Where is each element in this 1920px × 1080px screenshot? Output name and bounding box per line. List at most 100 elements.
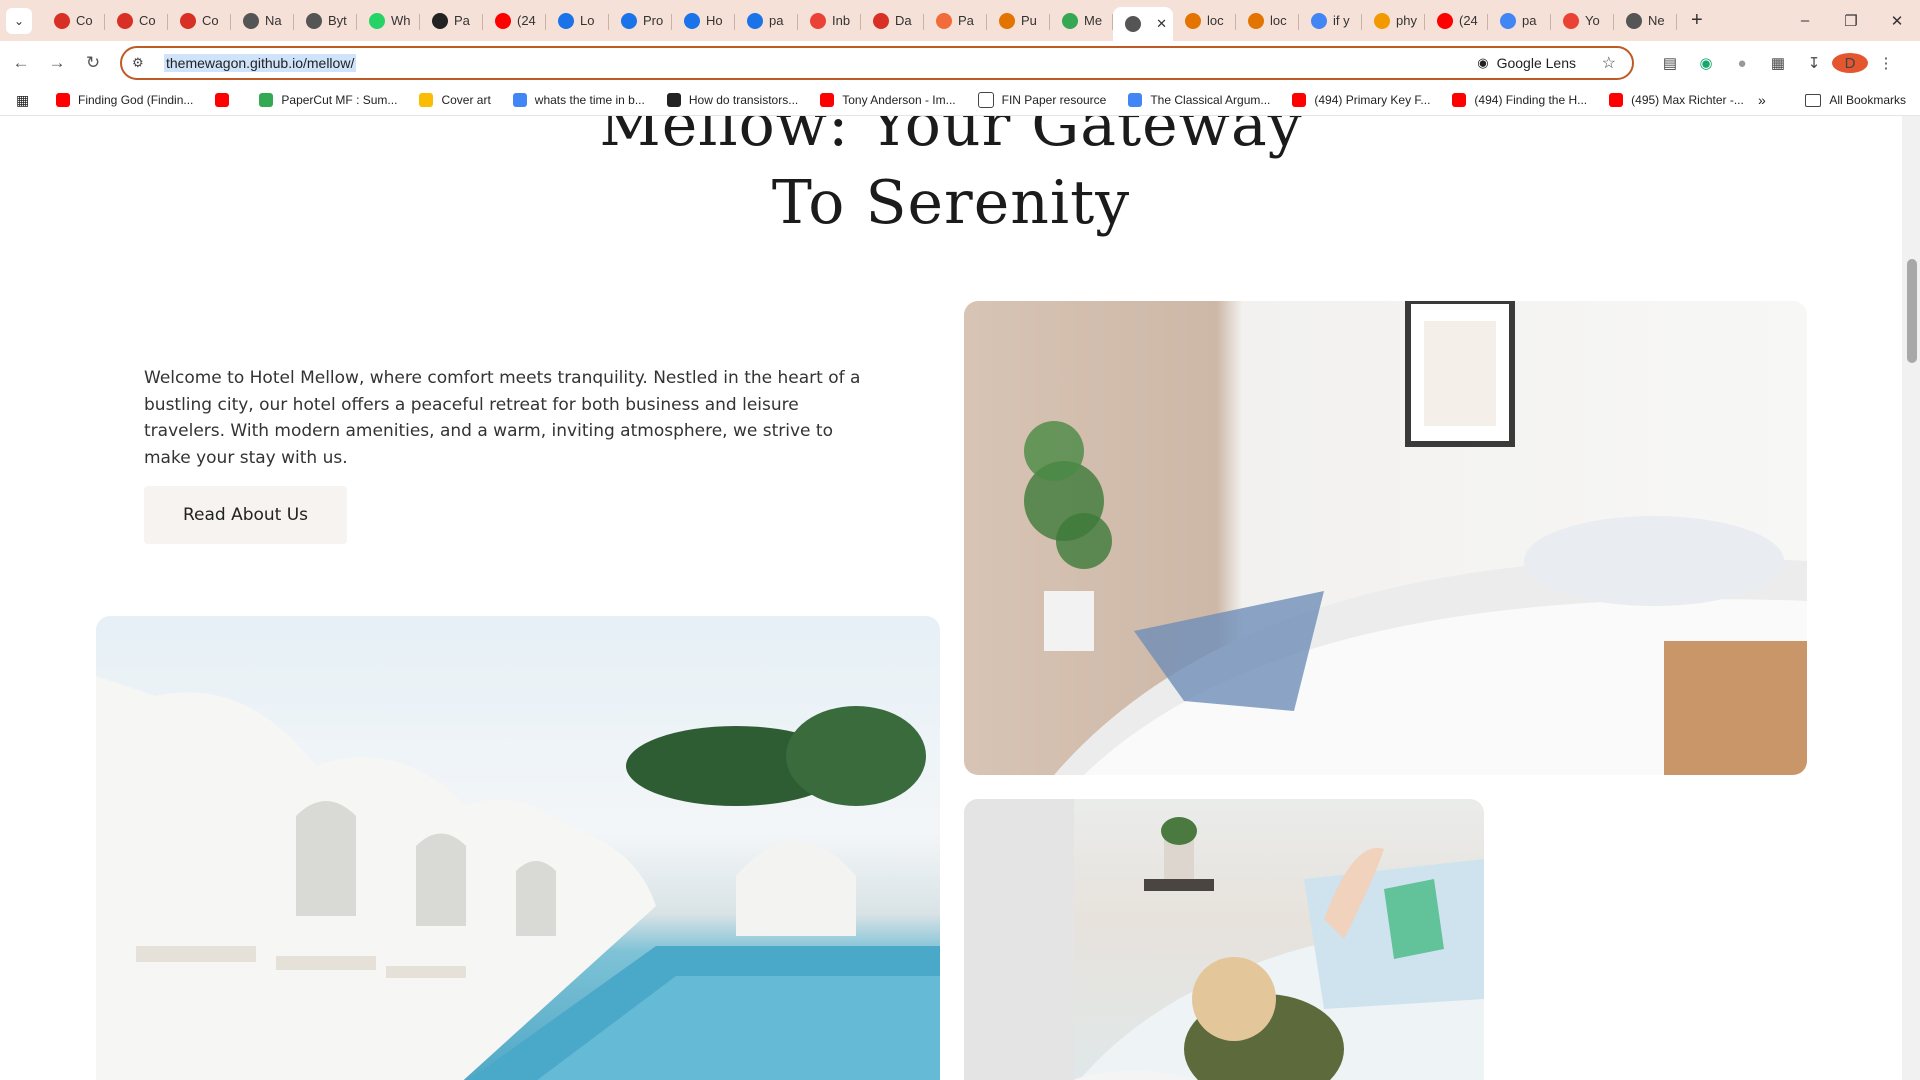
bookmark-favicon-icon <box>56 93 70 107</box>
download-icon[interactable]: ↧ <box>1796 54 1832 72</box>
tab[interactable]: (24 <box>1425 6 1488 36</box>
docs-icon <box>621 12 637 29</box>
tab[interactable]: if y <box>1299 6 1362 36</box>
bookmark-favicon-icon <box>820 93 835 107</box>
extension-k-icon[interactable]: ● <box>1724 55 1760 72</box>
new-tab-button[interactable]: + <box>1691 9 1703 32</box>
tab[interactable]: Pro <box>609 6 672 36</box>
address-bar[interactable]: ⚙ themewagon.github.io/mellow/ ◉ Google L… <box>120 46 1634 80</box>
tab[interactable]: phy <box>1362 6 1425 36</box>
tab[interactable]: Ne <box>1614 6 1677 36</box>
bookmark-star-icon[interactable]: ☆ <box>1602 53 1616 73</box>
bookmark-label: How do transistors... <box>688 93 799 107</box>
tab[interactable]: Me <box>1050 6 1113 36</box>
bookmark-label: (495) Max Richter -... <box>1631 93 1744 107</box>
bookmark-item[interactable]: (494) Primary Key F... <box>1292 93 1430 107</box>
gmail-icon <box>810 12 826 29</box>
reload-button[interactable]: ↻ <box>78 53 108 73</box>
tab[interactable]: Co <box>168 6 231 36</box>
tab-label: Wh <box>391 13 411 28</box>
browser-toolbar: ← → ↻ ⚙ themewagon.github.io/mellow/ ◉ Go… <box>0 41 1920 85</box>
tab[interactable]: Da <box>861 6 924 36</box>
sheet-icon <box>1374 12 1390 29</box>
browser-menu-icon[interactable]: ⋮ <box>1868 54 1904 72</box>
pool-image <box>96 616 940 1080</box>
bedroom-image <box>964 301 1807 775</box>
bookmark-item[interactable]: The Classical Argum... <box>1128 93 1270 107</box>
globe-icon <box>1125 15 1141 32</box>
tab-list: Co Co Co Na Byt Wh Pa (24 Lo Pro Ho pa Inb Da Pa Pu Me ✕ l… <box>42 0 1677 41</box>
tab[interactable]: pa <box>735 6 798 36</box>
profile-button[interactable]: D <box>1832 53 1868 73</box>
grammarly-icon[interactable]: ◉ <box>1688 54 1724 72</box>
tab-active[interactable]: ✕ <box>1113 6 1173 41</box>
tab-label: if y <box>1333 13 1350 28</box>
tab[interactable]: Byt <box>294 6 357 36</box>
bookmark-item[interactable]: FIN Paper resource <box>977 92 1106 108</box>
bedroom-illustration <box>1024 301 1807 775</box>
google-lens-button[interactable]: ◉ Google Lens <box>1477 55 1576 71</box>
bookmark-item[interactable]: How do transistors... <box>666 93 799 107</box>
back-button[interactable]: ← <box>6 53 36 73</box>
url-text[interactable]: themewagon.github.io/mellow/ <box>164 54 357 72</box>
more-bookmarks-icon[interactable]: » <box>1758 92 1766 108</box>
tab[interactable]: loc <box>1173 6 1236 36</box>
tab-label: Pu <box>1021 13 1037 28</box>
extensions-puzzle-icon[interactable]: ▦ <box>1760 54 1796 72</box>
bookmark-item[interactable]: (494) Finding the H... <box>1452 93 1587 107</box>
page-title: Mellow: Your Gateway To Serenity <box>0 116 1902 242</box>
tab[interactable]: pa <box>1488 6 1551 36</box>
close-tab-icon[interactable]: ✕ <box>1156 16 1167 32</box>
chart-icon <box>1185 12 1201 29</box>
scrollbar-thumb[interactable] <box>1907 259 1917 363</box>
tab[interactable]: Co <box>42 6 105 36</box>
tab[interactable]: Inb <box>798 6 861 36</box>
tab[interactable]: Yo <box>1551 6 1614 36</box>
whatsapp-icon <box>369 12 385 29</box>
bookmark-favicon-icon <box>419 93 434 107</box>
bookmark-item[interactable]: (495) Max Richter -... <box>1609 93 1744 107</box>
tab-label: Co <box>76 13 93 28</box>
tab[interactable]: Ho <box>672 6 735 36</box>
intro-paragraph: Welcome to Hotel Mellow, where comfort m… <box>144 368 861 468</box>
tab[interactable]: Lo <box>546 6 609 36</box>
tab[interactable]: loc <box>1236 6 1299 36</box>
tab[interactable]: (24 <box>483 6 546 36</box>
all-bookmarks-button[interactable]: All Bookmarks <box>1805 93 1906 107</box>
page-scrollbar[interactable] <box>1902 116 1920 1080</box>
tab[interactable]: Pa <box>924 6 987 36</box>
loading-ring-icon <box>180 12 196 29</box>
folder-icon <box>1805 93 1822 107</box>
bookmark-item[interactable]: Finding God (Findin... <box>56 93 193 107</box>
bookmark-item[interactable]: PaperCut MF : Sum... <box>259 93 397 107</box>
tab[interactable]: Wh <box>357 6 420 36</box>
apps-grid-icon[interactable]: ▦ <box>16 92 34 109</box>
bookmark-item[interactable]: Tony Anderson - Im... <box>820 93 956 107</box>
reading-mode-icon[interactable]: ▤ <box>1652 54 1688 72</box>
guest-illustration <box>964 799 1484 1080</box>
close-window-icon[interactable]: ✕ <box>1874 12 1920 30</box>
tab[interactable]: Pa <box>420 6 483 36</box>
tab-label: pa <box>769 13 784 28</box>
bookmark-item[interactable] <box>215 93 237 107</box>
bookmark-item[interactable]: whats the time in b... <box>512 93 645 107</box>
tab-label: Pa <box>454 13 470 28</box>
forward-button[interactable]: → <box>42 53 72 73</box>
bookmark-item[interactable]: Cover art <box>419 93 491 107</box>
bookmark-list: Finding God (Findin... PaperCut MF : Sum.… <box>34 92 1744 108</box>
tab-search-button[interactable]: ⌄ <box>6 7 32 34</box>
site-info-icon[interactable]: ⚙ <box>132 55 152 71</box>
chart-icon <box>1248 12 1264 29</box>
globe-icon <box>243 12 259 29</box>
minimize-icon[interactable]: – <box>1782 12 1828 29</box>
tab[interactable]: Na <box>231 6 294 36</box>
google-icon <box>1311 12 1327 29</box>
tab-label: loc <box>1207 13 1224 28</box>
read-about-us-button[interactable]: Read About Us <box>144 486 347 544</box>
tab[interactable]: Pu <box>987 6 1050 36</box>
restore-icon[interactable]: ❐ <box>1828 12 1874 30</box>
extension-area: ▤ ◉ ● ▦ ↧ D ⋮ <box>1652 41 1904 85</box>
tab-label: phy <box>1396 13 1417 28</box>
docs-icon <box>558 12 574 29</box>
tab[interactable]: Co <box>105 6 168 36</box>
